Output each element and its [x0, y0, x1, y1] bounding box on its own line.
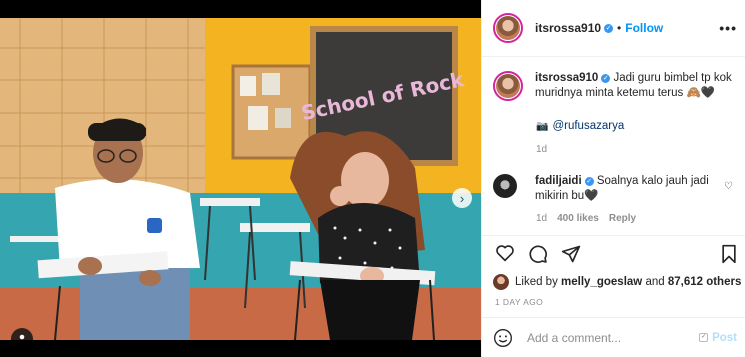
- camera-icon: 📷: [536, 121, 549, 132]
- comment-item: fadiljaidi ✓ Soalnya kalo jauh jadi mikir…: [493, 174, 738, 204]
- commenter-avatar[interactable]: [493, 174, 517, 198]
- comment-like-heart-icon[interactable]: ♡: [724, 181, 733, 192]
- post-caption: itsrossa910 ✓ Jadi guru bimbel tp kok mur…: [493, 71, 738, 101]
- classroom-photo: School of Rock: [0, 18, 481, 340]
- author-username[interactable]: itsrossa910: [535, 21, 601, 35]
- post-side-panel: itsrossa910 ✓ • Follow ••• itsrossa910 ✓ …: [481, 0, 745, 357]
- share-icon[interactable]: [561, 244, 581, 264]
- caption-timestamp: 1d: [536, 144, 548, 155]
- post-label: Post: [712, 331, 737, 344]
- author-avatar[interactable]: [493, 13, 523, 43]
- next-photo-button[interactable]: ›: [452, 188, 472, 208]
- emoji-icon[interactable]: [493, 328, 513, 348]
- actions-section: [482, 235, 745, 236]
- photo-credit: 📷 @rufusazarya: [536, 120, 624, 132]
- verified-badge-icon: ✓: [604, 23, 614, 33]
- more-options-icon[interactable]: •••: [719, 20, 737, 36]
- credit-handle[interactable]: @rufusazarya: [552, 120, 624, 132]
- post-photo[interactable]: School of Rock ›: [0, 18, 481, 340]
- caption-body: itsrossa910 ✓ Jadi guru bimbel tp kok mur…: [535, 71, 735, 101]
- add-comment-section: Add a comment... ✓ Post: [482, 317, 745, 357]
- bookmark-icon[interactable]: [720, 244, 738, 264]
- post-comment-button[interactable]: ✓ Post: [699, 332, 737, 344]
- comment-time: 1d: [536, 213, 548, 224]
- post-time-ago[interactable]: 1 DAY AGO: [495, 297, 543, 307]
- verified-badge-icon: ✓: [584, 177, 594, 186]
- post-actions: [495, 244, 581, 264]
- liker-avatar[interactable]: [493, 274, 509, 290]
- grammar-icon: ✓: [699, 333, 709, 342]
- likes-summary: Liked by melly_goeslaw and 87,612 others: [493, 274, 741, 290]
- reply-button[interactable]: Reply: [609, 213, 636, 224]
- likes-middle: and: [645, 276, 665, 288]
- commenter-username[interactable]: fadiljaidi: [535, 175, 582, 187]
- comment-body: fadiljaidi ✓ Soalnya kalo jauh jadi mikir…: [535, 174, 715, 204]
- first-liker[interactable]: melly_goeslaw: [561, 276, 642, 288]
- chevron-right-icon: ›: [459, 190, 465, 206]
- verified-badge-icon: ✓: [601, 74, 611, 83]
- save-bookmark: [720, 244, 738, 264]
- comment-input[interactable]: Add a comment...: [527, 331, 699, 345]
- instagram-post: School of Rock › itsrossa910 ✓ • Follow …: [0, 0, 745, 357]
- follow-button[interactable]: Follow: [625, 21, 663, 35]
- comment-icon[interactable]: [528, 244, 548, 264]
- heart-icon[interactable]: [495, 244, 515, 262]
- caption-username[interactable]: itsrossa910: [535, 72, 598, 84]
- likes-others[interactable]: 87,612 others: [668, 276, 742, 288]
- post-header: itsrossa910 ✓ • Follow •••: [482, 0, 745, 57]
- likes-prefix: Liked by: [515, 276, 558, 288]
- comment-meta: 1d 400 likes Reply: [536, 213, 636, 224]
- user-icon: [19, 334, 25, 340]
- caption-author-avatar[interactable]: [493, 71, 523, 101]
- header-separator: •: [617, 21, 622, 35]
- comment-likes[interactable]: 400 likes: [557, 213, 599, 224]
